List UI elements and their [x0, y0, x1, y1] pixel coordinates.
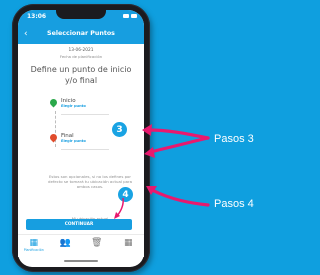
step-3-arrowhead-lower — [144, 147, 155, 158]
step-3-arrow-upper — [146, 128, 210, 140]
step-4-arrow — [150, 188, 210, 207]
step-4-annotation: Pasos 4 — [214, 198, 254, 210]
step-3-arrowhead-upper — [142, 124, 152, 136]
step-4-pointer-stroke — [116, 197, 124, 217]
step-3-arrow-lower — [148, 136, 210, 154]
step-3-annotation: Pasos 3 — [214, 133, 254, 145]
